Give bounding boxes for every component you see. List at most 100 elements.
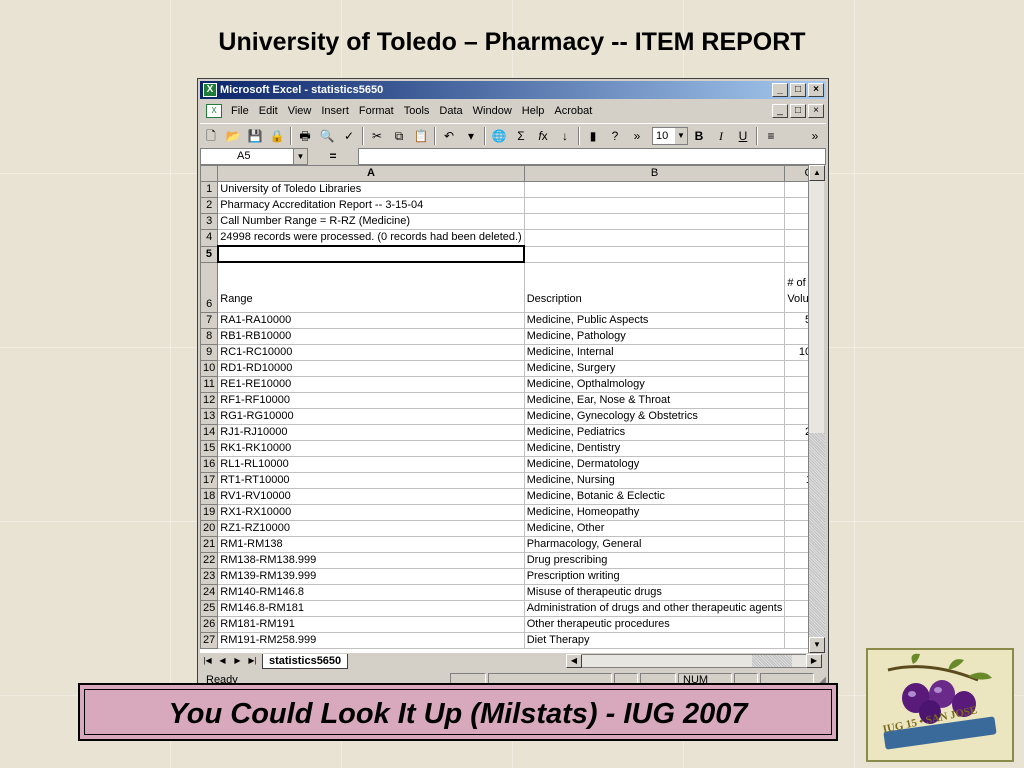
volumes-cell[interactable]: 626 bbox=[784, 407, 808, 425]
prev-sheet-icon[interactable]: ◀ bbox=[215, 654, 230, 668]
row-header[interactable]: 24 bbox=[200, 583, 219, 601]
print-preview-icon[interactable]: 🔍 bbox=[316, 126, 338, 146]
range-cell[interactable]: RJ1-RJ10000 bbox=[217, 423, 525, 441]
font-size-select[interactable]: 10 ▼ bbox=[652, 126, 688, 145]
row-header[interactable]: 4 bbox=[200, 229, 219, 247]
range-cell[interactable]: RV1-RV10000 bbox=[217, 487, 525, 505]
volumes-cell[interactable]: 232 bbox=[784, 535, 808, 553]
cut-icon[interactable]: ✂ bbox=[366, 126, 388, 146]
cell-empty[interactable] bbox=[523, 229, 786, 247]
menu-format[interactable]: Format bbox=[354, 105, 399, 117]
italic-button[interactable]: I bbox=[710, 126, 732, 146]
new-document-icon[interactable]: 🗋 bbox=[200, 126, 222, 146]
description-cell[interactable]: Medicine, Internal bbox=[523, 343, 786, 361]
cell-empty[interactable] bbox=[784, 181, 808, 198]
print-icon[interactable]: 🖶 bbox=[294, 126, 316, 146]
row-header[interactable]: 7 bbox=[200, 311, 219, 329]
menu-view[interactable]: View bbox=[283, 105, 317, 117]
cell-empty[interactable] bbox=[523, 181, 786, 198]
row-header[interactable]: 1 bbox=[200, 181, 219, 198]
menu-help[interactable]: Help bbox=[517, 105, 550, 117]
volumes-cell[interactable]: 15 bbox=[784, 503, 808, 521]
range-cell[interactable]: RE1-RE10000 bbox=[217, 375, 525, 393]
workbook-icon[interactable]: X bbox=[206, 104, 222, 118]
row-header[interactable]: 23 bbox=[200, 567, 219, 585]
copy-icon[interactable]: ⧉ bbox=[388, 126, 410, 146]
volumes-cell[interactable]: 30 bbox=[784, 519, 808, 537]
row-header[interactable]: 14 bbox=[200, 423, 219, 441]
horizontal-scrollbar[interactable]: ◀ ▶ bbox=[566, 654, 822, 668]
range-cell[interactable]: RC1-RC10000 bbox=[217, 343, 525, 361]
scroll-up-icon[interactable]: ▲ bbox=[809, 165, 825, 181]
description-cell[interactable]: Other therapeutic procedures bbox=[523, 615, 786, 633]
function-icon[interactable]: fx bbox=[532, 126, 554, 146]
cell-empty[interactable] bbox=[784, 229, 808, 247]
cell-empty[interactable] bbox=[523, 245, 786, 263]
row-header[interactable]: 12 bbox=[200, 391, 219, 409]
volumes-cell[interactable]: 9 bbox=[784, 487, 808, 505]
undo-dropdown-icon[interactable]: ▾ bbox=[460, 126, 482, 146]
menu-file[interactable]: File bbox=[226, 105, 254, 117]
range-cell[interactable]: RX1-RX10000 bbox=[217, 503, 525, 521]
row-header[interactable]: 8 bbox=[200, 327, 219, 345]
volumes-cell[interactable]: 2266 bbox=[784, 423, 808, 441]
description-cell[interactable]: Medicine, Pathology bbox=[523, 327, 786, 345]
range-cell[interactable]: RM146.8-RM181 bbox=[217, 599, 525, 617]
scroll-right-icon[interactable]: ▶ bbox=[806, 654, 822, 668]
volumes-cell[interactable]: 35 bbox=[784, 455, 808, 473]
chevron-down-icon[interactable]: ▼ bbox=[675, 127, 687, 144]
minimize-button[interactable]: _ bbox=[772, 83, 788, 97]
formula-input[interactable] bbox=[358, 147, 826, 165]
paste-icon[interactable]: 📋 bbox=[410, 126, 432, 146]
description-cell[interactable]: Medicine, Dermatology bbox=[523, 455, 786, 473]
column-header-a[interactable]: A bbox=[217, 165, 525, 182]
menu-edit[interactable]: Edit bbox=[254, 105, 283, 117]
toolbar-options-icon[interactable]: » bbox=[804, 126, 826, 146]
description-header-cell[interactable]: Description bbox=[523, 261, 786, 313]
column-header-c[interactable]: C bbox=[784, 165, 808, 182]
row-header[interactable]: 22 bbox=[200, 551, 219, 569]
range-cell[interactable]: RL1-RL10000 bbox=[217, 455, 525, 473]
description-cell[interactable]: Medicine, Opthalmology bbox=[523, 375, 786, 393]
description-cell[interactable]: Medicine, Public Aspects bbox=[523, 311, 786, 329]
row-header[interactable]: 5 bbox=[200, 245, 219, 263]
cell-a[interactable]: University of Toledo Libraries bbox=[217, 181, 525, 198]
chevron-down-icon[interactable]: ▼ bbox=[293, 148, 307, 164]
row-header[interactable]: 26 bbox=[200, 615, 219, 633]
sheet-tab-statistics5650[interactable]: statistics5650 bbox=[262, 653, 349, 669]
cell-empty[interactable] bbox=[784, 245, 808, 263]
range-cell[interactable]: RD1-RD10000 bbox=[217, 359, 525, 377]
range-cell[interactable]: RM139-RM139.999 bbox=[217, 567, 525, 585]
close-button[interactable]: × bbox=[808, 83, 824, 97]
last-sheet-icon[interactable]: ▶| bbox=[245, 654, 260, 668]
row-header[interactable]: 27 bbox=[200, 631, 219, 649]
underline-button[interactable]: U bbox=[732, 126, 754, 146]
range-cell[interactable]: RG1-RG10000 bbox=[217, 407, 525, 425]
row-header[interactable]: 16 bbox=[200, 455, 219, 473]
autosum-icon[interactable]: Σ bbox=[510, 126, 532, 146]
help-icon[interactable]: ? bbox=[604, 126, 626, 146]
cell-a[interactable] bbox=[216, 245, 526, 263]
row-header[interactable]: 9 bbox=[200, 343, 219, 361]
description-cell[interactable]: Medicine, Pediatrics bbox=[523, 423, 786, 441]
description-cell[interactable]: Prescription writing bbox=[523, 567, 786, 585]
volumes-cell[interactable]: 111 bbox=[784, 631, 808, 649]
row-header[interactable]: 18 bbox=[200, 487, 219, 505]
volumes-cell[interactable]: 144 bbox=[784, 391, 808, 409]
row-header[interactable]: 13 bbox=[200, 407, 219, 425]
scroll-left-icon[interactable]: ◀ bbox=[566, 654, 582, 668]
volumes-cell[interactable]: 2 bbox=[784, 567, 808, 585]
description-cell[interactable]: Medicine, Dentistry bbox=[523, 439, 786, 457]
cell-empty[interactable] bbox=[784, 197, 808, 214]
open-folder-icon[interactable]: 📂 bbox=[222, 126, 244, 146]
range-cell[interactable]: RT1-RT10000 bbox=[217, 471, 525, 489]
volumes-cell[interactable]: 5096 bbox=[784, 311, 808, 329]
row-header[interactable]: 17 bbox=[200, 471, 219, 489]
volumes-header-cell[interactable]: # of Volumes bbox=[784, 261, 808, 313]
chart-wizard-icon[interactable]: ▮ bbox=[582, 126, 604, 146]
description-cell[interactable]: Administration of drugs and other therap… bbox=[523, 599, 786, 617]
volumes-cell[interactable]: 499 bbox=[784, 327, 808, 345]
sort-ascending-icon[interactable]: ↓ bbox=[554, 126, 576, 146]
range-cell[interactable]: RM138-RM138.999 bbox=[217, 551, 525, 569]
range-cell[interactable]: RA1-RA10000 bbox=[217, 311, 525, 329]
